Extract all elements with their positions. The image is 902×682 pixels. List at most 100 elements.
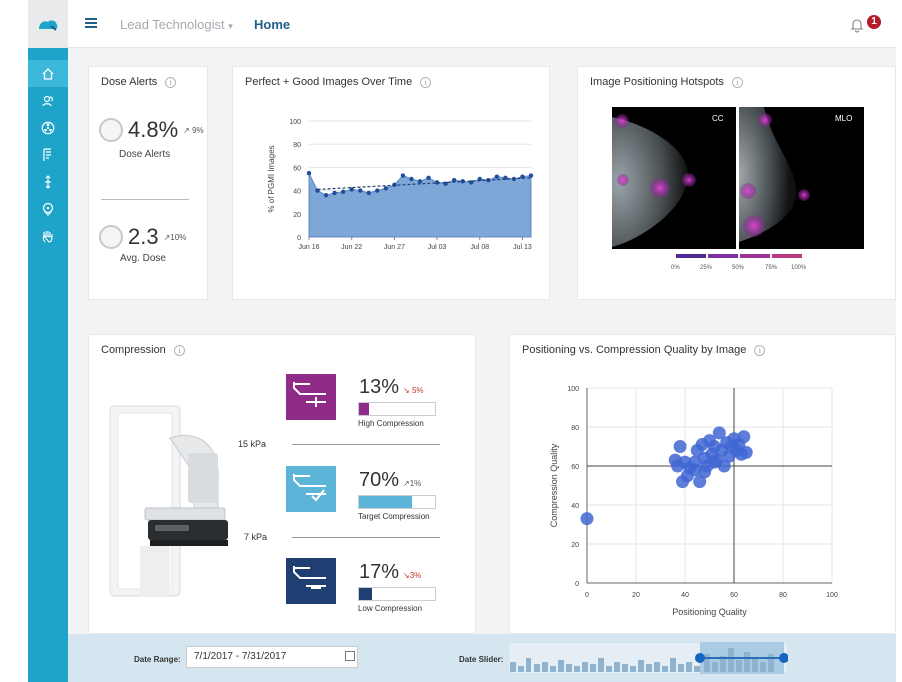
mammography-machine-image [109,405,228,597]
info-icon[interactable]: i [173,344,185,356]
notifications-button[interactable] [849,17,865,38]
cc-label: CC [712,114,724,123]
scale-label: 100% [791,265,807,271]
scatter-title: Positioning vs. Compression Quality by I… [522,344,766,356]
data-point [340,189,346,194]
nav-hand[interactable] [28,222,68,249]
y-tick-label: 0 [297,235,301,242]
hotspot [798,189,810,201]
radiation-icon [41,121,55,134]
radiation-icon [99,118,123,142]
x-tick-label: Jun 22 [341,244,362,251]
low-compression-label: Low Compression [358,604,423,613]
top-bar: Lead Technologist ▾ Home 1 [68,0,896,48]
hand-icon [42,230,53,243]
scatter-chart: 0 20 40 60 80 100 0 20 40 60 80 100 Positioning Qual… [549,386,838,617]
low-compression-trend: ↘3% [403,571,422,580]
hotspot [740,183,756,199]
hotspot [650,178,670,198]
cloud-logo-icon [39,20,58,31]
y-tick-label: 60 [571,464,579,471]
hotspots-card: Image Positioning Hotspots i CC MLO 0% 2… [577,66,896,300]
hotspots-image: CC MLO 0% 25% 50% 75% 100% [612,107,864,271]
x-tick-label: 20 [632,592,640,599]
dose-alerts-trend: ↗ 9% [183,125,204,135]
avg-dose-label: Avg. Dose [120,253,166,264]
data-point [528,173,534,178]
low-compression-stat: 17% ↘3% [359,561,421,584]
scatter-point [737,430,751,444]
divider [101,199,189,200]
x-tick-label: Jun 27 [384,244,405,251]
y-tick-label: 40 [293,189,301,196]
high-compression-label: High Compression [358,419,424,428]
target-compression-icon [286,466,336,512]
x-axis-label: Positioning Quality [672,607,747,617]
scatter-point [678,455,692,469]
data-point [375,188,380,193]
heat-scale-legend: 0% 25% 50% 75% 100% [671,254,807,271]
data-point [409,176,414,182]
data-point [332,190,337,196]
hotspot [758,113,772,127]
info-icon[interactable]: i [731,76,743,88]
dose-alerts-stat: 4.8% ↗ 9% [99,117,204,143]
role-selector[interactable]: Lead Technologist ▾ [120,17,233,32]
data-point [323,193,329,198]
data-point [417,179,423,184]
high-compression-pct: 13% [359,376,400,398]
users-icon [42,95,53,106]
high-compression-trend: ↘ 5% [403,386,424,395]
hotspots-title-text: Image Positioning Hotspots [590,76,724,88]
date-range-input[interactable]: 7/1/2017 - 7/31/2017 [186,646,358,668]
x-tick-label: 100 [826,592,838,599]
reports-icon [43,147,51,161]
data-point [494,174,500,179]
nav-radiation[interactable] [28,114,68,141]
y-tick-label: 20 [571,542,579,549]
date-range-label: Date Range: [134,655,181,664]
date-slider[interactable] [508,642,788,674]
y-tick-label: 100 [289,119,301,126]
scale-label: 25% [700,265,713,271]
nav-home[interactable] [28,60,68,87]
scale-label: 75% [765,265,778,271]
nav-location[interactable] [28,195,68,222]
y-axis-label: % of PGMI Images [267,145,276,212]
hotspot [617,174,629,186]
x-tick-label: Jun 16 [298,244,319,251]
avg-dose-stat: 2.3 ↗10% [99,224,186,250]
compression-title-text: Compression [101,344,166,356]
x-tick-label: Jul 03 [428,244,447,251]
dose-alerts-card: Dose Alerts i 4.8% ↗ 9% Dose Alerts 2.3 … [88,66,208,300]
menu-icon[interactable] [85,18,97,28]
high-compression-stat: 13% ↘ 5% [359,376,424,399]
info-icon[interactable]: i [420,76,432,88]
scatter-point [739,445,753,459]
role-label: Lead Technologist [120,17,225,32]
scatter-card: Positioning vs. Compression Quality by I… [509,334,896,634]
y-tick-label: 20 [293,212,301,219]
x-tick-label: 60 [730,592,738,599]
nav-transfer[interactable] [28,168,68,195]
target-compression-stat: 70% ↗1% [359,469,421,492]
pgmi-title-text: Perfect + Good Images Over Time [245,76,413,88]
scale-swatch [740,254,770,258]
hotspot [682,173,696,187]
info-icon[interactable]: i [165,76,177,88]
logo[interactable] [28,0,68,48]
date-filter-bar: Date Range: 7/1/2017 - 7/31/2017 Date Sl… [68,634,896,682]
slider-start-handle[interactable] [695,653,705,663]
x-tick-label: Jul 08 [470,244,489,251]
calendar-icon[interactable] [345,651,355,661]
info-icon[interactable]: i [754,344,766,356]
page-title: Home [254,17,291,32]
low-compression-bar [358,587,436,601]
data-point [426,175,431,181]
x-tick-label: Jul 13 [513,244,532,251]
nav-users[interactable] [28,87,68,114]
data-point [366,190,371,196]
scale-swatch [708,254,738,258]
nav-reports[interactable] [28,141,68,168]
y-axis-label: Compression Quality [549,443,559,527]
